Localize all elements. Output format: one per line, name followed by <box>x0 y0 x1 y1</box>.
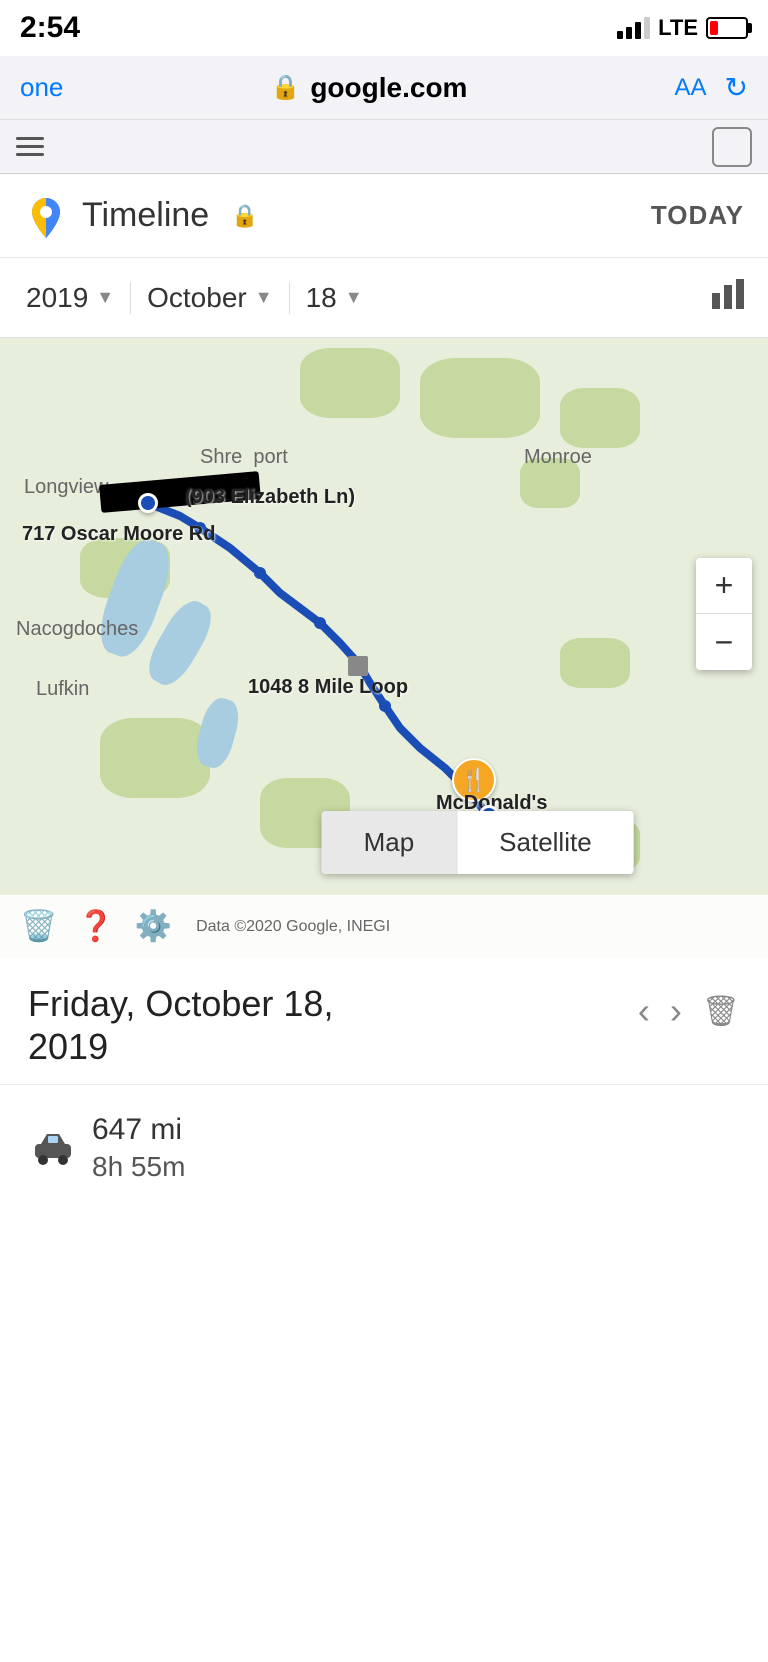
map-label-lufkin: Lufkin <box>36 678 89 701</box>
map-label-monroe: Monroe <box>524 446 592 469</box>
day-dropdown-arrow: ▼ <box>345 287 363 308</box>
year-value: 2019 <box>26 282 88 314</box>
location-oscar-moore: 717 Oscar Moore Rd <box>22 523 215 546</box>
month-selector[interactable]: October ▼ <box>131 282 289 314</box>
map-container[interactable]: Longview Shre port Monroe Nacogdoches Lu… <box>0 338 768 958</box>
status-icons: LTE <box>617 15 748 41</box>
date-navigation: Friday, October 18, 2019 ‹ › 🗑 <box>0 958 768 1085</box>
timeline-lock-icon: 🔒 <box>231 203 258 229</box>
chart-icon[interactable] <box>698 275 758 320</box>
ssl-lock-icon: 🔒 <box>270 73 300 102</box>
route-start-dot <box>138 493 158 513</box>
browser-bar: one 🔒 google.com AA ↻ <box>0 56 768 120</box>
date-nav-title: Friday, October 18, 2019 <box>28 982 333 1068</box>
date-nav-arrows: ‹ › 🗑 <box>638 982 740 1032</box>
today-button[interactable]: TODAY <box>651 200 744 231</box>
browser-url-area[interactable]: 🔒 google.com <box>63 72 674 104</box>
location-elizabeth: (903 Elizabeth Ln) <box>185 486 355 509</box>
status-time: 2:54 <box>20 11 80 45</box>
stats-duration: 8h 55m <box>92 1151 185 1183</box>
map-bottom-controls: 🗑️ ❓ ⚙️ Data ©2020 Google, INEGI <box>0 895 768 958</box>
tab-bar <box>0 120 768 174</box>
next-day-button[interactable]: › <box>670 990 682 1032</box>
date-nav-title-line2: 2019 <box>28 1025 333 1068</box>
help-icon[interactable]: ❓ <box>77 909 114 944</box>
year-dropdown-arrow: ▼ <box>96 287 114 308</box>
location-8mile: 1048 8 Mile Loop <box>248 676 408 699</box>
date-nav-title-line1: Friday, October 18, <box>28 982 333 1025</box>
timeline-title-area: Timeline 🔒 <box>24 194 259 238</box>
network-type: LTE <box>658 15 698 41</box>
settings-icon[interactable]: ⚙️ <box>135 909 172 944</box>
browser-actions: AA ↻ <box>675 71 748 104</box>
day-value: 18 <box>306 282 337 314</box>
day-selector[interactable]: 18 ▼ <box>290 282 379 314</box>
month-value: October <box>147 282 247 314</box>
prev-day-button[interactable]: ‹ <box>638 990 650 1032</box>
status-bar: 2:54 LTE <box>0 0 768 56</box>
map-label-longview: Longview <box>24 476 109 499</box>
zoom-controls: + − <box>696 558 752 670</box>
google-maps-icon <box>24 194 68 238</box>
refresh-btn[interactable]: ↻ <box>725 71 748 104</box>
zoom-in-button[interactable]: + <box>696 558 752 614</box>
tab-switcher[interactable] <box>712 127 752 167</box>
satellite-view-btn[interactable]: Satellite <box>457 811 633 874</box>
delete-map-icon[interactable]: 🗑️ <box>20 909 57 944</box>
stats-text: 647 mi 8h 55m <box>92 1113 185 1183</box>
map-label-shreveport: Shre port <box>200 446 288 469</box>
date-selector: 2019 ▼ October ▼ 18 ▼ <box>0 258 768 338</box>
car-icon <box>28 1123 78 1173</box>
year-selector[interactable]: 2019 ▼ <box>10 282 131 314</box>
browser-domain: google.com <box>310 72 467 104</box>
month-dropdown-arrow: ▼ <box>255 287 273 308</box>
signal-icon <box>617 17 650 39</box>
hamburger-menu[interactable] <box>16 137 44 156</box>
map-satellite-toggle: Map Satellite N <box>322 811 634 874</box>
car-svg <box>31 1126 75 1170</box>
timeline-header: Timeline 🔒 TODAY <box>0 174 768 258</box>
stats-section: 647 mi 8h 55m <box>0 1085 768 1211</box>
map-label-nacogdoches: Nacogdoches <box>16 618 138 641</box>
stats-distance: 647 mi <box>92 1113 185 1147</box>
browser-back-btn[interactable]: one <box>20 72 63 103</box>
timeline-title-text: Timeline <box>82 196 209 235</box>
delete-day-button[interactable]: 🗑 <box>702 994 740 1029</box>
battery-icon <box>706 17 748 39</box>
map-copyright: Data ©2020 Google, INEGI <box>196 918 390 936</box>
text-size-btn[interactable]: AA <box>675 74 707 102</box>
zoom-out-button[interactable]: − <box>696 614 752 670</box>
map-view-btn[interactable]: Map <box>322 811 457 874</box>
